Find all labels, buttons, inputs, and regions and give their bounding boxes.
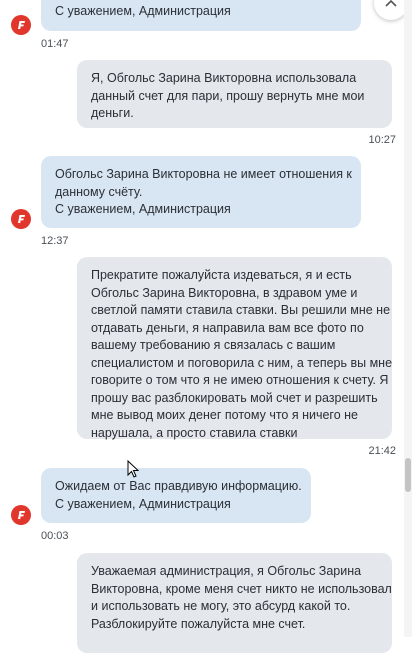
brand-logo-icon xyxy=(18,215,25,223)
brand-logo-icon xyxy=(18,21,25,29)
message-timestamp: 12:37 xyxy=(41,235,69,247)
message-text: специалистом и поговорила с ним, а тепер… xyxy=(91,355,393,370)
message-timestamp: 00:03 xyxy=(41,530,69,542)
message-text: Уважаемая администрация, я Обгольс Зарин… xyxy=(91,564,362,578)
brand-logo-icon xyxy=(18,511,25,519)
message-bubble-user: Уважаемая администрация, я Обгольс Зарин… xyxy=(77,553,392,653)
message-text: деньги. xyxy=(91,106,134,120)
chat-thread: С уважением, Администрация 01:47 Я, Обго… xyxy=(0,0,412,653)
message-bubble-admin: С уважением, Администрация xyxy=(41,0,361,31)
message-bubble-admin: Обгольс Зарина Викторовна не имеет отнош… xyxy=(41,156,361,228)
message-bubble-user: Прекратите пожалуйста издеваться, я и ес… xyxy=(77,257,393,440)
message-text: Викторовна, кроме меня счет никто не исп… xyxy=(91,581,392,596)
message-text: светлой памяти ставила ставки. Вы решили… xyxy=(91,303,391,317)
message-text: Ожидаем от Вас правдивую информацию. xyxy=(55,479,302,493)
message-text: вашему требованию я связалась с вашим xyxy=(91,338,336,352)
message-text: данному счёту. xyxy=(55,184,143,199)
mouse-pointer-icon xyxy=(127,459,140,483)
message-text: Прекратите пожалуйста издеваться, я и ес… xyxy=(91,268,352,282)
message-text: Разблокируйте пожалуйста мне счет. xyxy=(91,616,306,631)
message-text: С уважением, Администрация xyxy=(55,4,231,18)
avatar xyxy=(11,505,31,525)
message-text: Обгольс Зарина Викторовна не имеет отнош… xyxy=(55,167,352,181)
message-text: Я, Обгольс Зарина Викторовна использовал… xyxy=(91,71,357,85)
chevron-up-icon xyxy=(385,0,397,7)
scrollbar-thumb[interactable] xyxy=(405,458,411,492)
message-text: данный счет для пари, прошу вернуть мне … xyxy=(91,88,365,103)
scrollbar[interactable] xyxy=(404,0,412,637)
message-bubble-admin: Ожидаем от Вас правдивую информацию. С у… xyxy=(41,468,311,523)
message-timestamp: 21:42 xyxy=(368,445,396,457)
message-timestamp: 10:27 xyxy=(368,134,396,146)
message-text: и использовать не могу, это абсурд какой… xyxy=(91,599,351,613)
message-text: С уважением, Администрация xyxy=(55,202,231,216)
message-text: прошу вас разблокировать мой счет и разр… xyxy=(91,390,378,405)
message-timestamp: 01:47 xyxy=(41,38,69,50)
avatar xyxy=(11,15,31,35)
message-text: отдавать деньги, я направила вам все фот… xyxy=(91,320,364,335)
message-bubble-user: Я, Обгольс Зарина Викторовна использовал… xyxy=(77,60,392,128)
avatar xyxy=(11,209,31,229)
message-text: мне вывод моих денег потому что я ничего… xyxy=(91,408,358,422)
message-text: С уважением, Администрация xyxy=(55,496,231,511)
message-text: говорите о том что я не имею отношения к… xyxy=(91,373,389,387)
message-text: Обгольс Зарина Викторовна, в здравом уме… xyxy=(91,285,358,300)
message-text: нарушала, а просто ставила ставки xyxy=(91,425,298,440)
